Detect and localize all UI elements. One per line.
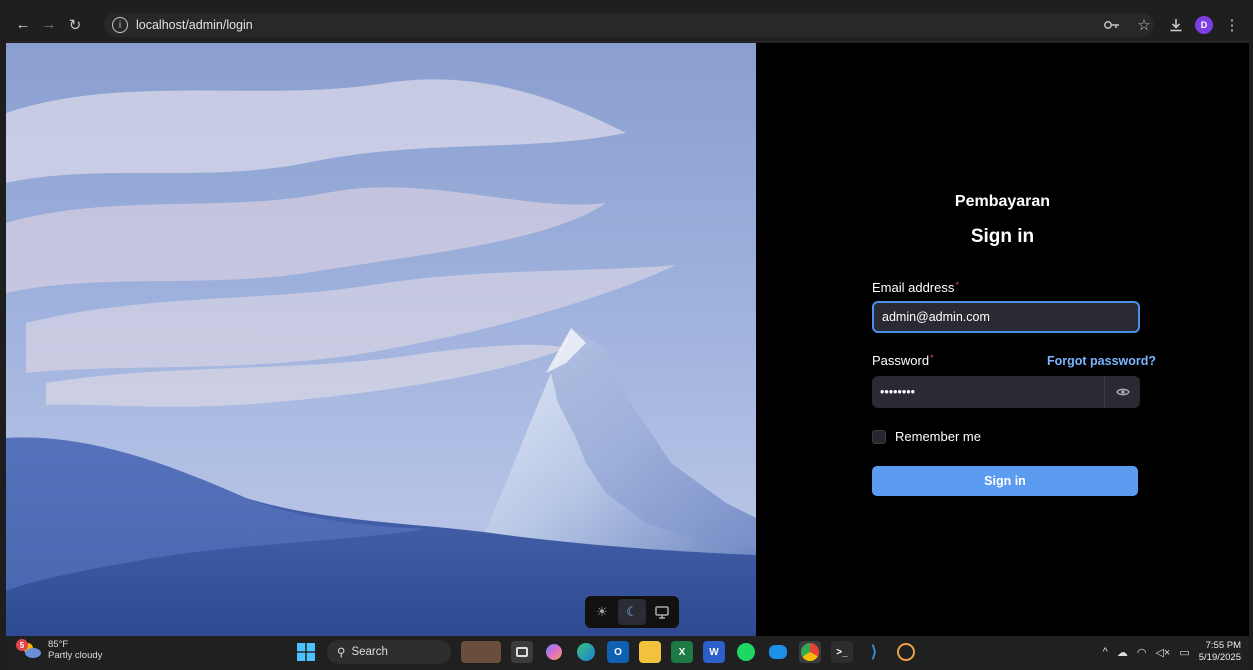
- monitor-icon[interactable]: [648, 599, 676, 625]
- spotify-icon[interactable]: [735, 641, 757, 663]
- password-field[interactable]: ••••••••: [872, 376, 1140, 408]
- taskbar-search[interactable]: ⚲ Search: [327, 640, 451, 664]
- profile-avatar[interactable]: D: [1195, 16, 1213, 34]
- chevron-up-icon[interactable]: ^: [1103, 646, 1108, 658]
- wifi-icon[interactable]: ◠: [1137, 646, 1147, 659]
- password-key-icon[interactable]: [1099, 12, 1125, 38]
- clock-date: 5/19/2025: [1198, 652, 1241, 663]
- login-panel: Pembayaran Sign in Email address* admin@…: [756, 43, 1249, 636]
- eye-icon[interactable]: [1104, 376, 1140, 408]
- remember-checkbox[interactable]: [872, 430, 886, 444]
- weather-alert-badge: 5: [16, 639, 28, 651]
- site-info-icon[interactable]: i: [112, 17, 128, 33]
- chrome-icon[interactable]: [799, 641, 821, 663]
- weather-widget[interactable]: 5 85°F Partly cloudy: [16, 639, 103, 661]
- partly-cloudy-icon: 5: [16, 639, 42, 659]
- password-label: Password*: [872, 353, 934, 368]
- weather-desc: Partly cloudy: [48, 650, 103, 661]
- copilot-icon[interactable]: [543, 641, 565, 663]
- outlook-icon[interactable]: O: [607, 641, 629, 663]
- weather-temp: 85°F: [48, 639, 69, 650]
- moon-icon[interactable]: ☾: [618, 599, 646, 625]
- page-content: ☀ ☾ Pembayaran Sign in Email address* ad…: [6, 43, 1249, 636]
- task-view-icon[interactable]: [511, 641, 533, 663]
- more-menu-icon[interactable]: ⋮: [1219, 12, 1245, 38]
- system-tray: ^ ☁ ◠ ◁× ▭ 7:55 PM 5/19/2025: [1103, 640, 1241, 664]
- address-bar[interactable]: i localhost/admin/login: [104, 13, 1154, 37]
- windows-start-icon[interactable]: [295, 641, 317, 663]
- address-url: localhost/admin/login: [136, 18, 253, 32]
- brand-name: Pembayaran: [954, 193, 1051, 210]
- page-title: Sign in: [970, 226, 1035, 247]
- required-mark: *: [955, 280, 959, 290]
- browser-window: ← → ↻ i localhost/admin/login ☆ D ⋮ ☀ ☾ …: [6, 8, 1249, 670]
- reload-icon[interactable]: ↻: [62, 12, 88, 38]
- toolbar-actions: ☆ D ⋮: [1099, 12, 1245, 38]
- app-icon[interactable]: [895, 641, 917, 663]
- forgot-password-link[interactable]: Forgot password?: [1047, 354, 1156, 368]
- theme-switcher: ☀ ☾: [585, 596, 679, 628]
- bookmark-star-icon[interactable]: ☆: [1131, 12, 1157, 38]
- onedrive-icon[interactable]: ☁: [1117, 646, 1128, 659]
- remember-label[interactable]: Remember me: [895, 429, 981, 444]
- docker-icon[interactable]: [767, 641, 789, 663]
- taskbar-apps: ⚲ Search O X W >_ ⟩: [295, 640, 917, 664]
- widgets-news-icon[interactable]: [461, 641, 501, 663]
- email-field[interactable]: admin@admin.com: [872, 301, 1140, 333]
- battery-icon[interactable]: ▭: [1179, 646, 1189, 659]
- word-icon[interactable]: W: [703, 641, 725, 663]
- download-icon[interactable]: [1163, 12, 1189, 38]
- sign-in-button[interactable]: Sign in: [872, 466, 1138, 496]
- browser-toolbar: ← → ↻ i localhost/admin/login ☆ D ⋮: [6, 8, 1249, 42]
- password-value: ••••••••: [880, 385, 916, 399]
- file-explorer-icon[interactable]: [639, 641, 661, 663]
- forward-icon[interactable]: →: [36, 12, 62, 38]
- edge-icon[interactable]: [575, 641, 597, 663]
- required-mark: *: [930, 353, 934, 363]
- email-label: Email address*: [872, 280, 959, 295]
- hero-mountain-image: [6, 43, 756, 636]
- excel-icon[interactable]: X: [671, 641, 693, 663]
- volume-muted-icon[interactable]: ◁×: [1155, 646, 1170, 659]
- windows-taskbar: 5 85°F Partly cloudy ⚲ Search O X W >_ ⟩…: [6, 636, 1249, 670]
- clock-time: 7:55 PM: [1205, 640, 1241, 651]
- search-icon: ⚲: [337, 647, 346, 659]
- sun-icon[interactable]: ☀: [588, 599, 616, 625]
- back-icon[interactable]: ←: [10, 12, 36, 38]
- terminal-icon[interactable]: >_: [831, 641, 853, 663]
- clock[interactable]: 7:55 PM 5/19/2025: [1199, 640, 1241, 664]
- vscode-icon[interactable]: ⟩: [863, 641, 885, 663]
